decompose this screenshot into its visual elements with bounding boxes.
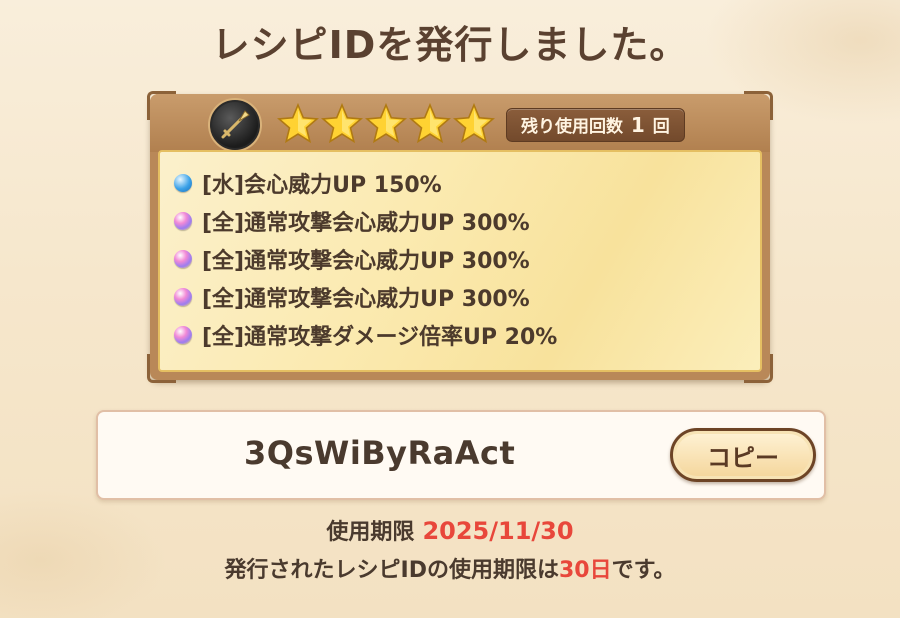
effect-item: [全]通常攻撃ダメージ倍率UP 20% [174, 316, 557, 354]
remaining-uses-unit: 回 [652, 117, 670, 137]
rarity-stars [276, 102, 496, 146]
expiry-note: 発行されたレシピIDの使用期限は30日です。 [0, 552, 900, 584]
all-orb-icon [174, 212, 192, 230]
frame-corner [147, 354, 176, 383]
expiry-label: 使用期限 [326, 520, 415, 545]
effect-text: [水]会心威力UP 150% [202, 173, 442, 198]
all-orb-icon [174, 250, 192, 268]
star-icon [409, 102, 451, 144]
recipe-id-field: 3QsWiByRaAct コピー [96, 410, 826, 500]
recipe-effects-panel: [水]会心威力UP 150% [全]通常攻撃会心威力UP 300% [全]通常攻… [158, 150, 762, 372]
frame-corner [744, 91, 773, 120]
remaining-uses-label: 残り使用回数 [521, 117, 623, 137]
all-orb-icon [174, 288, 192, 306]
effect-item: [水]会心威力UP 150% [174, 164, 557, 202]
expiry-line: 使用期限 2025/11/30 [0, 514, 900, 546]
expiry-note-days: 30日 [559, 558, 612, 583]
water-orb-icon [174, 174, 192, 192]
recipe-card: 残り使用回数 1 回 [水]会心威力UP 150% [全]通常攻撃会心威力UP … [147, 91, 773, 383]
remaining-uses-badge: 残り使用回数 1 回 [506, 108, 685, 142]
effect-item: [全]通常攻撃会心威力UP 300% [174, 278, 557, 316]
expiry-date: 2025/11/30 [422, 517, 574, 545]
expiry-note-prefix: 発行されたレシピIDの使用期限は [224, 558, 559, 583]
remaining-uses-count: 1 [630, 113, 645, 137]
star-icon [277, 102, 319, 144]
frame-corner [147, 91, 176, 120]
recipe-id-value[interactable]: 3QsWiByRaAct [244, 434, 515, 472]
effect-text: [全]通常攻撃ダメージ倍率UP 20% [202, 325, 558, 350]
recipe-card-header: 残り使用回数 1 回 [150, 94, 770, 152]
spear-icon [210, 100, 260, 150]
effect-item: [全]通常攻撃会心威力UP 300% [174, 240, 557, 278]
effect-list: [水]会心威力UP 150% [全]通常攻撃会心威力UP 300% [全]通常攻… [174, 164, 557, 354]
star-icon [321, 102, 363, 144]
effect-text: [全]通常攻撃会心威力UP 300% [202, 211, 530, 236]
effect-item: [全]通常攻撃会心威力UP 300% [174, 202, 557, 240]
page-title: レシピIDを発行しました。 [211, 23, 689, 67]
star-icon [365, 102, 407, 144]
expiry-note-suffix: です。 [611, 558, 676, 583]
effect-text: [全]通常攻撃会心威力UP 300% [202, 249, 530, 274]
all-orb-icon [174, 326, 192, 344]
copy-button[interactable]: コピー [670, 428, 816, 482]
star-icon [453, 102, 495, 144]
effect-text: [全]通常攻撃会心威力UP 300% [202, 287, 530, 312]
frame-corner [744, 354, 773, 383]
